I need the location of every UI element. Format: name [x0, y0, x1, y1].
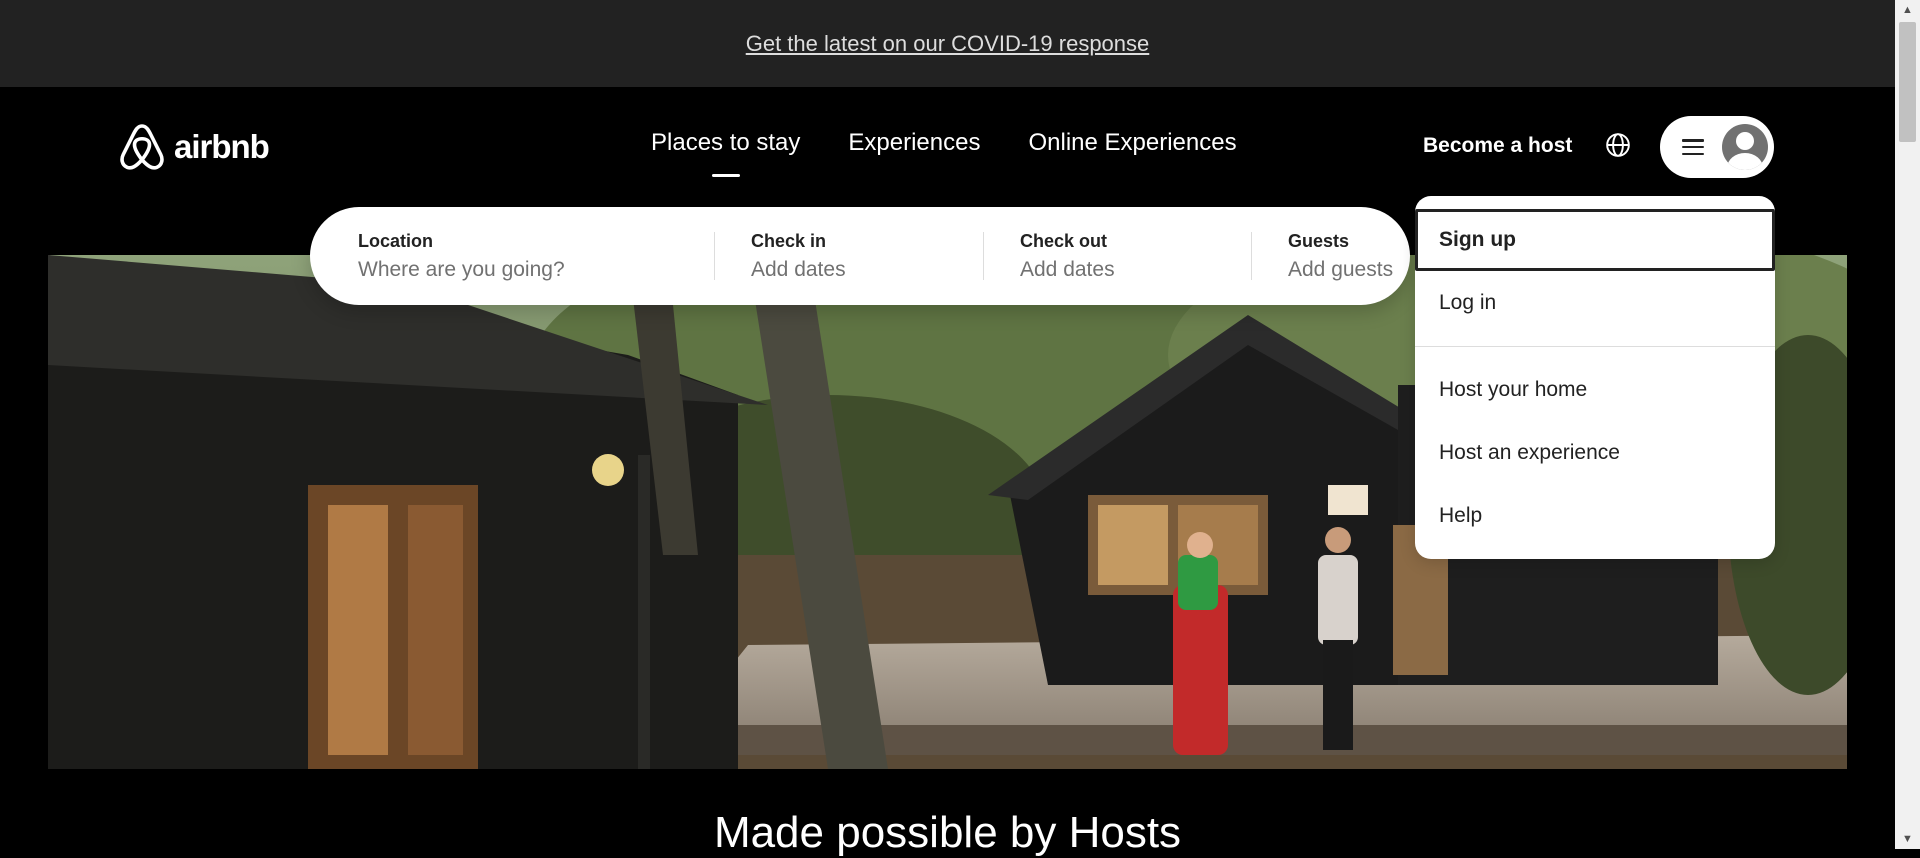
divider — [1251, 232, 1252, 280]
covid-link[interactable]: Get the latest on our COVID-19 response — [746, 31, 1150, 57]
menu-host-an-experience[interactable]: Host an experience — [1415, 422, 1775, 484]
page-scrollbar[interactable]: ▲ ▼ — [1895, 0, 1920, 849]
covid-banner: Get the latest on our COVID-19 response — [0, 0, 1895, 87]
main-nav: Places to stay Experiences Online Experi… — [651, 129, 1237, 177]
scroll-down-arrow-icon[interactable]: ▼ — [1895, 829, 1920, 849]
check-in-field[interactable]: Check in Add dates — [751, 231, 846, 282]
location-field[interactable]: Location Where are you going? — [358, 231, 565, 282]
divider — [714, 232, 715, 280]
guests-label: Guests — [1288, 231, 1350, 251]
nav-online-experiences[interactable]: Online Experiences — [1028, 129, 1236, 157]
menu-sign-up[interactable]: Sign up — [1415, 209, 1775, 271]
become-a-host-link[interactable]: Become a host — [1423, 134, 1572, 158]
guests-input[interactable]: Add guests — [1288, 258, 1393, 282]
header: airbnb Places to stay Experiences Online… — [0, 87, 1895, 207]
menu-help[interactable]: Help — [1415, 485, 1775, 547]
menu-log-in[interactable]: Log in — [1415, 272, 1775, 334]
globe-icon[interactable] — [1605, 132, 1631, 158]
check-in-input[interactable]: Add dates — [751, 258, 846, 282]
check-out-label: Check out — [1020, 231, 1108, 251]
search-bar: Location Where are you going? Check in A… — [310, 207, 1410, 305]
guests-field[interactable]: Guests Add guests — [1288, 231, 1393, 282]
location-input[interactable]: Where are you going? — [358, 258, 565, 282]
nav-experiences[interactable]: Experiences — [848, 129, 980, 157]
scrollbar-thumb[interactable] — [1899, 22, 1916, 142]
logo-text: airbnb — [174, 128, 270, 165]
user-menu-button[interactable] — [1660, 116, 1774, 178]
hamburger-icon — [1682, 139, 1704, 155]
check-out-field[interactable]: Check out Add dates — [1020, 231, 1115, 282]
location-label: Location — [358, 231, 433, 251]
section-heading: Made possible by Hosts — [713, 808, 1182, 857]
check-out-input[interactable]: Add dates — [1020, 258, 1115, 282]
avatar-icon — [1722, 124, 1768, 170]
nav-places-to-stay[interactable]: Places to stay — [651, 129, 800, 177]
check-in-label: Check in — [751, 231, 827, 251]
menu-divider — [1415, 346, 1775, 347]
menu-host-your-home[interactable]: Host your home — [1415, 359, 1775, 421]
divider — [983, 232, 984, 280]
scroll-up-arrow-icon[interactable]: ▲ — [1895, 0, 1920, 20]
airbnb-logo[interactable]: airbnb — [118, 121, 270, 173]
airbnb-logo-icon — [120, 124, 164, 170]
user-dropdown-menu: Sign up Log in Host your home Host an ex… — [1415, 196, 1775, 559]
